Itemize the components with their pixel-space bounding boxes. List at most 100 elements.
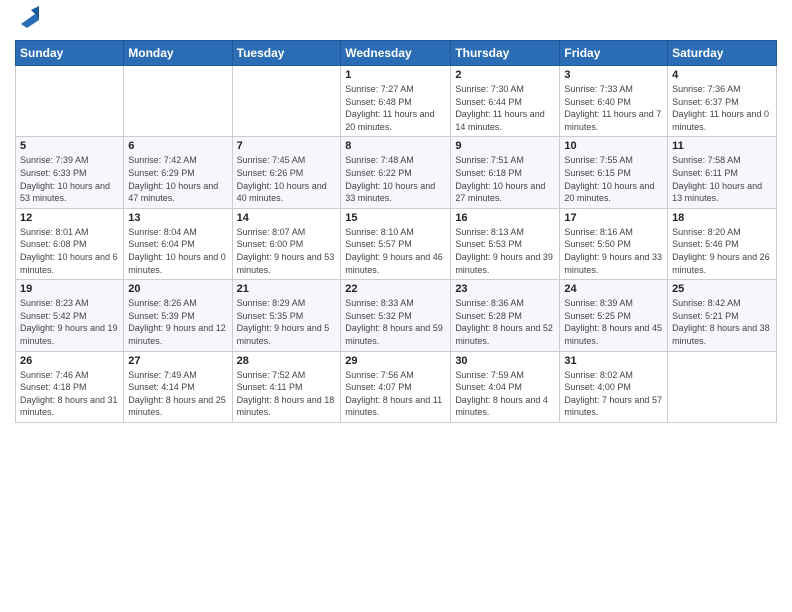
day-info: Sunrise: 7:36 AMSunset: 6:37 PMDaylight:… bbox=[672, 83, 772, 133]
calendar-cell: 6 Sunrise: 7:42 AMSunset: 6:29 PMDaylight… bbox=[124, 137, 232, 208]
day-number: 11 bbox=[672, 140, 772, 152]
calendar-cell: 30 Sunrise: 7:59 AMSunset: 4:04 PMDayligh… bbox=[451, 351, 560, 422]
day-number: 30 bbox=[455, 355, 555, 367]
day-info: Sunrise: 8:16 AMSunset: 5:50 PMDaylight:… bbox=[564, 226, 663, 276]
day-info: Sunrise: 7:33 AMSunset: 6:40 PMDaylight:… bbox=[564, 83, 663, 133]
day-info: Sunrise: 8:04 AMSunset: 6:04 PMDaylight:… bbox=[128, 226, 227, 276]
calendar-cell: 4 Sunrise: 7:36 AMSunset: 6:37 PMDaylight… bbox=[668, 66, 777, 137]
calendar-cell: 1 Sunrise: 7:27 AMSunset: 6:48 PMDaylight… bbox=[341, 66, 451, 137]
calendar-cell bbox=[232, 66, 341, 137]
weekday-header-row: SundayMondayTuesdayWednesdayThursdayFrid… bbox=[16, 41, 777, 66]
day-info: Sunrise: 7:56 AMSunset: 4:07 PMDaylight:… bbox=[345, 369, 446, 419]
day-number: 15 bbox=[345, 212, 446, 224]
weekday-saturday: Saturday bbox=[668, 41, 777, 66]
calendar-cell: 11 Sunrise: 7:58 AMSunset: 6:11 PMDayligh… bbox=[668, 137, 777, 208]
calendar-cell: 13Sunrise: 8:04 AMSunset: 6:04 PMDayligh… bbox=[124, 208, 232, 279]
day-info: Sunrise: 7:46 AMSunset: 4:18 PMDaylight:… bbox=[20, 369, 119, 419]
week-row-4: 19 Sunrise: 8:23 AMSunset: 5:42 PMDayligh… bbox=[16, 280, 777, 351]
logo-icon bbox=[17, 6, 39, 28]
day-number: 23 bbox=[455, 283, 555, 295]
calendar-cell: 10 Sunrise: 7:55 AMSunset: 6:15 PMDayligh… bbox=[560, 137, 668, 208]
weekday-wednesday: Wednesday bbox=[341, 41, 451, 66]
calendar-cell: 23 Sunrise: 8:36 AMSunset: 5:28 PMDayligh… bbox=[451, 280, 560, 351]
day-info: Sunrise: 8:26 AMSunset: 5:39 PMDaylight:… bbox=[128, 297, 227, 347]
calendar-cell bbox=[16, 66, 124, 137]
day-info: Sunrise: 7:30 AMSunset: 6:44 PMDaylight:… bbox=[455, 83, 555, 133]
calendar-cell: 21 Sunrise: 8:29 AMSunset: 5:35 PMDayligh… bbox=[232, 280, 341, 351]
calendar-cell: 20 Sunrise: 8:26 AMSunset: 5:39 PMDayligh… bbox=[124, 280, 232, 351]
day-info: Sunrise: 8:29 AMSunset: 5:35 PMDaylight:… bbox=[237, 297, 337, 347]
day-number: 24 bbox=[564, 283, 663, 295]
calendar-cell: 2 Sunrise: 7:30 AMSunset: 6:44 PMDaylight… bbox=[451, 66, 560, 137]
day-info: Sunrise: 8:33 AMSunset: 5:32 PMDaylight:… bbox=[345, 297, 446, 347]
day-number: 20 bbox=[128, 283, 227, 295]
calendar-cell: 29 Sunrise: 7:56 AMSunset: 4:07 PMDayligh… bbox=[341, 351, 451, 422]
day-info: Sunrise: 7:27 AMSunset: 6:48 PMDaylight:… bbox=[345, 83, 446, 133]
day-info: Sunrise: 8:07 AMSunset: 6:00 PMDaylight:… bbox=[237, 226, 337, 276]
calendar-cell: 31 Sunrise: 8:02 AMSunset: 4:00 PMDayligh… bbox=[560, 351, 668, 422]
week-row-3: 12 Sunrise: 8:01 AMSunset: 6:08 PMDayligh… bbox=[16, 208, 777, 279]
day-info: Sunrise: 7:51 AMSunset: 6:18 PMDaylight:… bbox=[455, 154, 555, 204]
day-info: Sunrise: 7:39 AMSunset: 6:33 PMDaylight:… bbox=[20, 154, 119, 204]
day-info: Sunrise: 8:36 AMSunset: 5:28 PMDaylight:… bbox=[455, 297, 555, 347]
day-number: 26 bbox=[20, 355, 119, 367]
calendar-cell: 14Sunrise: 8:07 AMSunset: 6:00 PMDayligh… bbox=[232, 208, 341, 279]
day-number: 29 bbox=[345, 355, 446, 367]
weekday-friday: Friday bbox=[560, 41, 668, 66]
calendar-cell bbox=[668, 351, 777, 422]
day-number: 9 bbox=[455, 140, 555, 152]
calendar-cell: 5 Sunrise: 7:39 AMSunset: 6:33 PMDaylight… bbox=[16, 137, 124, 208]
calendar-cell: 12 Sunrise: 8:01 AMSunset: 6:08 PMDayligh… bbox=[16, 208, 124, 279]
calendar-cell: 17 Sunrise: 8:16 AMSunset: 5:50 PMDayligh… bbox=[560, 208, 668, 279]
calendar-cell: 9 Sunrise: 7:51 AMSunset: 6:18 PMDaylight… bbox=[451, 137, 560, 208]
day-info: Sunrise: 7:45 AMSunset: 6:26 PMDaylight:… bbox=[237, 154, 337, 204]
day-info: Sunrise: 7:59 AMSunset: 4:04 PMDaylight:… bbox=[455, 369, 555, 419]
day-number: 18 bbox=[672, 212, 772, 224]
day-info: Sunrise: 8:20 AMSunset: 5:46 PMDaylight:… bbox=[672, 226, 772, 276]
day-info: Sunrise: 8:02 AMSunset: 4:00 PMDaylight:… bbox=[564, 369, 663, 419]
day-number: 12 bbox=[20, 212, 119, 224]
day-info: Sunrise: 7:55 AMSunset: 6:15 PMDaylight:… bbox=[564, 154, 663, 204]
page: SundayMondayTuesdayWednesdayThursdayFrid… bbox=[0, 0, 792, 438]
day-number: 19 bbox=[20, 283, 119, 295]
day-info: Sunrise: 8:42 AMSunset: 5:21 PMDaylight:… bbox=[672, 297, 772, 347]
day-info: Sunrise: 8:23 AMSunset: 5:42 PMDaylight:… bbox=[20, 297, 119, 347]
calendar-cell: 3 Sunrise: 7:33 AMSunset: 6:40 PMDaylight… bbox=[560, 66, 668, 137]
day-number: 31 bbox=[564, 355, 663, 367]
calendar-cell: 24Sunrise: 8:39 AMSunset: 5:25 PMDayligh… bbox=[560, 280, 668, 351]
day-number: 21 bbox=[237, 283, 337, 295]
day-number: 5 bbox=[20, 140, 119, 152]
weekday-thursday: Thursday bbox=[451, 41, 560, 66]
calendar-cell: 22 Sunrise: 8:33 AMSunset: 5:32 PMDayligh… bbox=[341, 280, 451, 351]
day-number: 3 bbox=[564, 69, 663, 81]
weekday-monday: Monday bbox=[124, 41, 232, 66]
day-number: 28 bbox=[237, 355, 337, 367]
weekday-tuesday: Tuesday bbox=[232, 41, 341, 66]
day-info: Sunrise: 7:52 AMSunset: 4:11 PMDaylight:… bbox=[237, 369, 337, 419]
calendar-cell bbox=[124, 66, 232, 137]
day-number: 6 bbox=[128, 140, 227, 152]
day-number: 27 bbox=[128, 355, 227, 367]
calendar-cell: 8Sunrise: 7:48 AMSunset: 6:22 PMDaylight… bbox=[341, 137, 451, 208]
day-number: 8 bbox=[345, 140, 446, 152]
calendar-cell: 7Sunrise: 7:45 AMSunset: 6:26 PMDaylight… bbox=[232, 137, 341, 208]
header bbox=[15, 10, 777, 32]
day-number: 2 bbox=[455, 69, 555, 81]
week-row-5: 26 Sunrise: 7:46 AMSunset: 4:18 PMDayligh… bbox=[16, 351, 777, 422]
week-row-2: 5 Sunrise: 7:39 AMSunset: 6:33 PMDaylight… bbox=[16, 137, 777, 208]
day-number: 17 bbox=[564, 212, 663, 224]
day-info: Sunrise: 8:13 AMSunset: 5:53 PMDaylight:… bbox=[455, 226, 555, 276]
calendar-cell: 28 Sunrise: 7:52 AMSunset: 4:11 PMDayligh… bbox=[232, 351, 341, 422]
weekday-sunday: Sunday bbox=[16, 41, 124, 66]
day-info: Sunrise: 7:42 AMSunset: 6:29 PMDaylight:… bbox=[128, 154, 227, 204]
day-number: 10 bbox=[564, 140, 663, 152]
day-info: Sunrise: 7:49 AMSunset: 4:14 PMDaylight:… bbox=[128, 369, 227, 419]
day-number: 4 bbox=[672, 69, 772, 81]
day-number: 1 bbox=[345, 69, 446, 81]
day-number: 25 bbox=[672, 283, 772, 295]
day-number: 22 bbox=[345, 283, 446, 295]
day-info: Sunrise: 7:58 AMSunset: 6:11 PMDaylight:… bbox=[672, 154, 772, 204]
day-info: Sunrise: 8:01 AMSunset: 6:08 PMDaylight:… bbox=[20, 226, 119, 276]
calendar-cell: 27 Sunrise: 7:49 AMSunset: 4:14 PMDayligh… bbox=[124, 351, 232, 422]
calendar-cell: 18 Sunrise: 8:20 AMSunset: 5:46 PMDayligh… bbox=[668, 208, 777, 279]
